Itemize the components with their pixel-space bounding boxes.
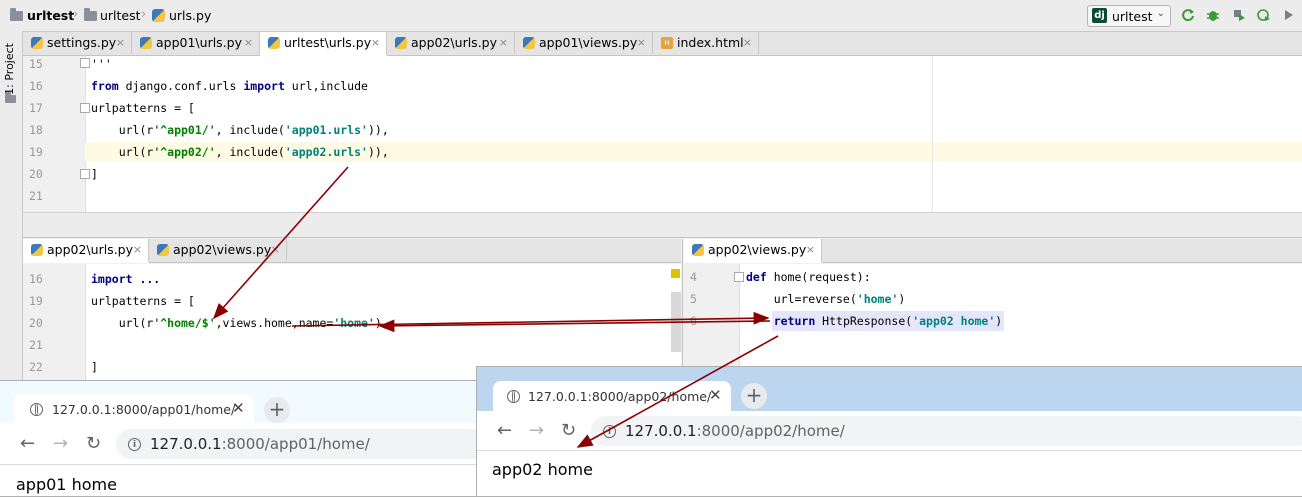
arrow-response-to-browser [576, 335, 779, 448]
annotation-arrows [212, 166, 779, 448]
arrow-include-to-urlpattern [212, 166, 349, 320]
